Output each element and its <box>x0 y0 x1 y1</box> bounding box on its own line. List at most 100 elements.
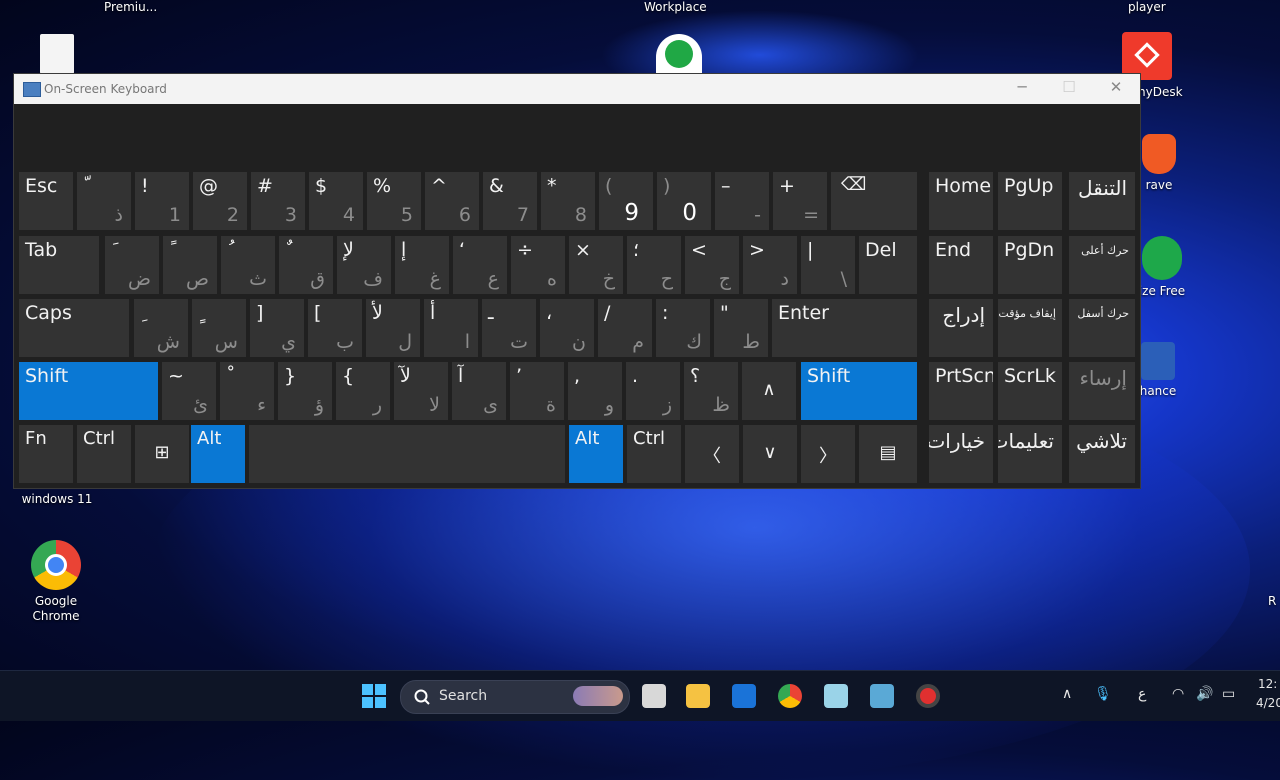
key-r0-c1[interactable]: ّذ <box>77 172 131 230</box>
show-hidden-icons-chevron[interactable]: ∧ <box>1062 686 1072 702</box>
nav-key-r3-c1[interactable]: ScrLk <box>998 362 1062 420</box>
key-r1-c2[interactable]: ًص <box>163 236 217 294</box>
close-button[interactable]: ✕ <box>1101 78 1131 96</box>
start-button[interactable] <box>362 684 386 708</box>
key-r1-c6[interactable]: إغ <box>395 236 449 294</box>
key-r1-c4[interactable]: ٌق <box>279 236 333 294</box>
title-bar[interactable]: On-Screen Keyboard ─ ☐ ✕ <box>14 74 1140 104</box>
notepad-icon[interactable] <box>824 684 848 708</box>
key-r2-c10[interactable]: :ك <box>656 299 710 357</box>
key-r1-c9[interactable]: × خ <box>569 236 623 294</box>
key-r0-c5[interactable]: $4 <box>309 172 363 230</box>
desktop-icon-chrome[interactable]: Google Chrome <box>24 540 88 624</box>
enter-key[interactable]: Enter <box>772 299 917 357</box>
left-ctrl-key[interactable]: Ctrl <box>77 425 131 483</box>
taskbar-search-box[interactable]: Search <box>400 680 630 714</box>
outlook-icon[interactable] <box>732 684 756 708</box>
left-arrow-key[interactable]: 〈 <box>685 425 739 483</box>
key-r2-c1[interactable]: ِش <box>134 299 188 357</box>
nav-key-r2-c2[interactable]: حرك أسفل <box>1069 299 1135 357</box>
key-r0-c8[interactable]: & 7 <box>483 172 537 230</box>
key-r3-c9[interactable]: .ز <box>626 362 680 420</box>
osk-taskbar-icon[interactable] <box>870 684 894 708</box>
mic-icon[interactable]: 🎙 <box>1094 686 1112 702</box>
nav-key-r1-c0[interactable]: End <box>929 236 993 294</box>
key-r2-c11[interactable]: " ط <box>714 299 768 357</box>
clock-date[interactable]: 4/20 <box>1256 696 1280 710</box>
key-r3-c5[interactable]: لآ لا <box>394 362 448 420</box>
key-r1-c8[interactable]: ÷ ه <box>511 236 565 294</box>
key-r3-c2[interactable]: ْء <box>220 362 274 420</box>
desktop-icon-anydesk[interactable]: nyDesk <box>1138 85 1183 100</box>
desktop-icon-player[interactable]: player <box>1128 0 1166 15</box>
key-r3-c8[interactable]: ,و <box>568 362 622 420</box>
desktop-icon-behance[interactable]: hance <box>1138 342 1178 399</box>
task-view-icon[interactable] <box>642 684 666 708</box>
windows-key[interactable]: ⊞ <box>135 425 189 483</box>
key-r3-c1[interactable]: ~ ئ <box>162 362 216 420</box>
key-r0-c9[interactable]: * 8 <box>541 172 595 230</box>
key-r1-c7[interactable]: ‘ع <box>453 236 507 294</box>
nav-key-r3-c0[interactable]: PrtScn <box>929 362 993 420</box>
down-arrow-key[interactable]: ∨ <box>743 425 797 483</box>
key-r2-c7[interactable]: ـت <box>482 299 536 357</box>
file-explorer-icon[interactable] <box>686 684 710 708</box>
key-r3-c6[interactable]: آى <box>452 362 506 420</box>
key-r3-c3[interactable]: } ؤ <box>278 362 332 420</box>
nav-key-r0-c2[interactable]: التنقل <box>1069 172 1135 230</box>
nav-key-r4-c1[interactable]: تعليمات <box>998 425 1062 483</box>
del-key[interactable]: Del <box>859 236 917 294</box>
backspace-key[interactable]: ⌫ <box>831 172 917 230</box>
right-arrow-key[interactable]: 〉 <box>801 425 855 483</box>
key-r2-c6[interactable]: أا <box>424 299 478 357</box>
key-r0-c6[interactable]: % 5 <box>367 172 421 230</box>
key-r3-c4[interactable]: {ر <box>336 362 390 420</box>
key-r1-c13[interactable]: | \ <box>801 236 855 294</box>
wifi-icon[interactable]: ◠ <box>1172 686 1184 702</box>
key-r1-c5[interactable]: لإ ف <box>337 236 391 294</box>
desktop-icon-brave[interactable]: rave <box>1138 134 1180 193</box>
key-r0-c7[interactable]: ^ 6 <box>425 172 479 230</box>
key-r1-c3[interactable]: ُث <box>221 236 275 294</box>
tab-key[interactable]: Tab <box>19 236 99 294</box>
nav-key-r2-c0[interactable]: إدراج <box>929 299 993 357</box>
key-r2-c4[interactable]: [ب <box>308 299 362 357</box>
key-r0-c2[interactable]: ! 1 <box>135 172 189 230</box>
on-screen-keyboard-window[interactable]: On-Screen Keyboard ─ ☐ ✕ Escّذ!1@2#3$4%5… <box>13 73 1141 489</box>
desktop-icon-premium[interactable]: Premiu... <box>104 0 157 15</box>
left-alt-key[interactable]: Alt <box>191 425 245 483</box>
file-icon[interactable] <box>40 34 74 74</box>
desktop-icon-windows11[interactable]: windows 11 <box>20 492 94 507</box>
nav-key-r4-c0[interactable]: خيارات <box>929 425 993 483</box>
clock-time[interactable]: 12: <box>1258 677 1277 691</box>
desktop-icon-resize[interactable]: ize Free <box>1138 236 1186 299</box>
key-r1-c10[interactable]: ؛ ح <box>627 236 681 294</box>
nav-key-r3-c2[interactable]: إرساء <box>1069 362 1135 420</box>
chrome-taskbar-icon[interactable] <box>778 684 802 708</box>
key-r0-c3[interactable]: @2 <box>193 172 247 230</box>
evernote-icon[interactable] <box>656 34 702 74</box>
left-shift-key[interactable]: Shift <box>19 362 158 420</box>
esc-key[interactable]: Esc <box>19 172 73 230</box>
key-r3-c10[interactable]: ؟ ظ <box>684 362 738 420</box>
minimize-button[interactable]: ─ <box>1007 78 1037 96</box>
key-r0-c10[interactable]: (9 <box>599 172 653 230</box>
key-r1-c1[interactable]: َض <box>105 236 159 294</box>
desktop-icon-workplace[interactable]: Workplace <box>644 0 707 15</box>
key-r0-c11[interactable]: ) 0 <box>657 172 711 230</box>
fn-key[interactable]: Fn <box>19 425 73 483</box>
key-r2-c3[interactable]: ] ي <box>250 299 304 357</box>
recorder-icon[interactable] <box>916 684 940 708</box>
volume-icon[interactable]: 🔊 <box>1196 686 1213 702</box>
key-r0-c12[interactable]: – - <box>715 172 769 230</box>
key-r2-c8[interactable]: ، ن <box>540 299 594 357</box>
language-indicator[interactable]: ع <box>1138 686 1146 702</box>
maximize-button[interactable]: ☐ <box>1054 78 1084 96</box>
key-r0-c4[interactable]: #3 <box>251 172 305 230</box>
nav-key-r0-c1[interactable]: PgUp <box>998 172 1062 230</box>
battery-icon[interactable]: ▭ <box>1222 686 1235 702</box>
key-r2-c2[interactable]: ٍس <box>192 299 246 357</box>
key-r3-c7[interactable]: ’ ة <box>510 362 564 420</box>
key-r2-c9[interactable]: / م <box>598 299 652 357</box>
key-r0-c13[interactable]: + = <box>773 172 827 230</box>
